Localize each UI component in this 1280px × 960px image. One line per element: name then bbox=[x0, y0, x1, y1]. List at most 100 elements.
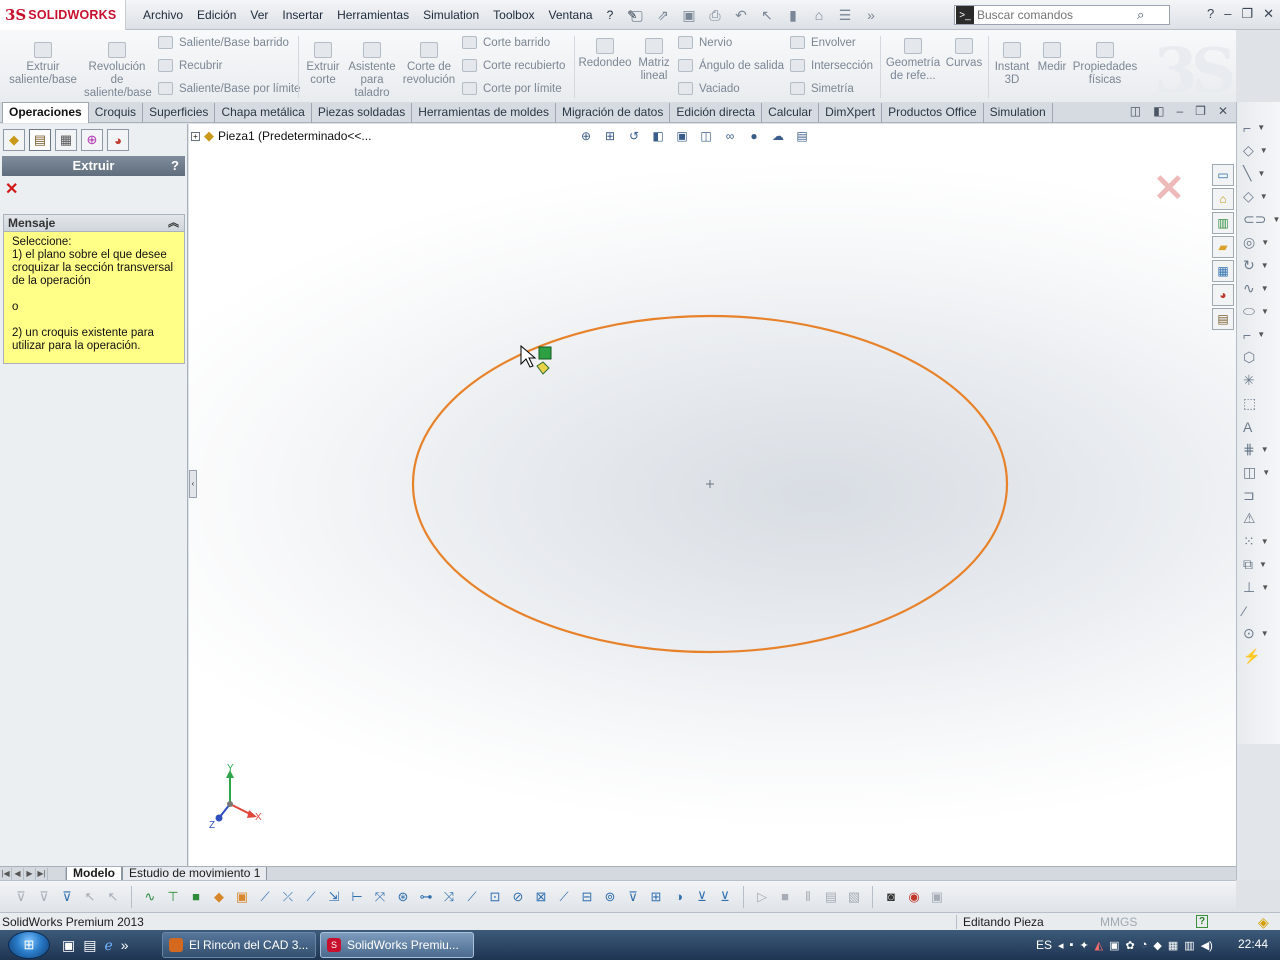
angulo-salida-button[interactable]: Ángulo de salida bbox=[678, 59, 784, 72]
tool-o-icon[interactable]: ⊟ bbox=[578, 888, 596, 906]
taskbar-clock[interactable]: 22:44 bbox=[1238, 937, 1268, 951]
prev-tab-icon[interactable]: ◀ bbox=[12, 867, 24, 880]
tool-e-icon[interactable]: ⊢ bbox=[348, 888, 366, 906]
point-icon[interactable]: ✳ bbox=[1237, 369, 1280, 392]
redondeo-button[interactable]: Redondeo bbox=[578, 36, 632, 70]
tray-expand-icon[interactable]: ◂ bbox=[1058, 939, 1064, 952]
dimxpert-manager-tab-icon[interactable]: ⊕ bbox=[81, 129, 103, 151]
tray-app-5-icon[interactable]: ◔ bbox=[1141, 939, 1148, 951]
view-palette-icon[interactable]: ▦ bbox=[1212, 260, 1234, 282]
quick-tips-icon[interactable]: ? bbox=[1196, 915, 1208, 928]
tool-g-icon[interactable]: ⊛ bbox=[394, 888, 412, 906]
doc-restore-icon[interactable]: ❐ bbox=[1195, 104, 1206, 118]
slot-icon[interactable]: ⊂⊃ ▼ bbox=[1237, 208, 1280, 231]
menu-herramientas[interactable]: Herramientas bbox=[330, 8, 416, 22]
task-firefox[interactable]: El Rincón del CAD 3... bbox=[162, 932, 316, 958]
corte-barrido-button[interactable]: Corte barrido bbox=[462, 36, 550, 49]
asistente-taladro-button[interactable]: Asistente para taladro bbox=[346, 40, 398, 100]
tab-dimxpert[interactable]: DimXpert bbox=[819, 103, 883, 123]
tray-app-6-icon[interactable]: ◆ bbox=[1153, 939, 1161, 952]
tray-app-3-icon[interactable]: ▣ bbox=[1109, 939, 1119, 952]
extruir-saliente-button[interactable]: Extruir saliente/base bbox=[8, 40, 78, 87]
explorer-icon[interactable]: ▤ bbox=[83, 937, 96, 954]
options-icon[interactable]: ☰ bbox=[834, 5, 856, 25]
minimize-icon[interactable]: – bbox=[1224, 6, 1231, 22]
corte-limite-button[interactable]: Corte por límite bbox=[462, 82, 562, 95]
solidworks-logo[interactable]: 3S SOLIDWORKS bbox=[0, 0, 126, 30]
yellow-box-icon[interactable]: ▣ bbox=[233, 888, 251, 906]
sketch-icon[interactable]: ⌐ ▼ bbox=[1237, 116, 1280, 139]
tool-t-icon[interactable]: ⊻ bbox=[693, 888, 711, 906]
fillet-sketch-icon[interactable]: ⌐ ▼ bbox=[1237, 323, 1280, 346]
menu-help[interactable]: ? bbox=[600, 8, 621, 22]
feature-tree-tab-icon[interactable]: ◆ bbox=[3, 129, 25, 151]
close-icon[interactable]: ✕ bbox=[1263, 6, 1274, 22]
corte-recubierto-button[interactable]: Corte recubierto bbox=[462, 59, 565, 72]
tab-calcular[interactable]: Calcular bbox=[762, 103, 820, 123]
tool-r-icon[interactable]: ⊞ bbox=[647, 888, 665, 906]
tool-m-icon[interactable]: ⊠ bbox=[532, 888, 550, 906]
solidworks-resources-icon[interactable]: ⌂ bbox=[1212, 188, 1234, 210]
doc-close-icon[interactable]: ✕ bbox=[1218, 104, 1228, 118]
restore-icon[interactable]: ❐ bbox=[1241, 6, 1253, 22]
centerline-icon[interactable]: ⬚ bbox=[1237, 392, 1280, 415]
recubrir-button[interactable]: Recubrir bbox=[158, 59, 222, 72]
next-tab-icon[interactable]: ▶ bbox=[24, 867, 36, 880]
sketch-pattern-icon[interactable]: ⁙ ▼ bbox=[1237, 530, 1280, 553]
tab-herramientas-moldes[interactable]: Herramientas de moldes bbox=[412, 103, 556, 123]
menu-ver[interactable]: Ver bbox=[243, 8, 275, 22]
pause-icon[interactable]: ▤ bbox=[822, 888, 840, 906]
extruir-corte-button[interactable]: Extruir corte bbox=[302, 40, 344, 87]
file-explorer-icon[interactable]: ▰ bbox=[1212, 236, 1234, 258]
message-header[interactable]: Mensaje ︽ bbox=[3, 214, 185, 232]
record-video-icon[interactable]: ◉ bbox=[905, 888, 923, 906]
repair-sketch-icon[interactable]: ⁄ bbox=[1237, 599, 1280, 622]
green-cube-icon[interactable]: ■ bbox=[187, 888, 205, 906]
tray-app-7-icon[interactable]: ▦ bbox=[1168, 939, 1178, 952]
interseccion-button[interactable]: Intersección bbox=[790, 59, 873, 72]
trim-icon[interactable]: ⋕ ▼ bbox=[1237, 438, 1280, 461]
print-icon[interactable]: ⎙ bbox=[704, 5, 726, 25]
tab-migracion-datos[interactable]: Migración de datos bbox=[556, 103, 671, 123]
macro-edit-icon[interactable]: ▧ bbox=[845, 888, 863, 906]
select-arrow-icon[interactable]: ↖ bbox=[81, 888, 99, 906]
language-indicator[interactable]: ES bbox=[1036, 938, 1052, 952]
menu-toolbox[interactable]: Toolbox bbox=[486, 8, 541, 22]
configuration-manager-tab-icon[interactable]: ▦ bbox=[55, 129, 77, 151]
filter-edges-icon[interactable]: ⊽ bbox=[58, 888, 76, 906]
sketch-entity-icon[interactable]: ∿ bbox=[141, 888, 159, 906]
relation-icon[interactable]: ⊤ bbox=[164, 888, 182, 906]
rapid-sketch-icon[interactable]: ⚡ bbox=[1237, 645, 1280, 668]
display-manager-tab-icon[interactable]: ◕ bbox=[107, 129, 129, 151]
envolver-button[interactable]: Envolver bbox=[790, 36, 856, 49]
search-icon[interactable]: ⌕ bbox=[1137, 7, 1144, 23]
menu-simulation[interactable]: Simulation bbox=[416, 8, 486, 22]
more-quick-launch-icon[interactable]: » bbox=[121, 937, 129, 954]
display-relations-icon[interactable]: ⊥ ▼ bbox=[1237, 576, 1280, 599]
menu-insertar[interactable]: Insertar bbox=[275, 8, 330, 22]
tab-productos-office[interactable]: Productos Office bbox=[882, 103, 984, 123]
search-input[interactable] bbox=[977, 8, 1137, 22]
record-icon[interactable]: ⦀ bbox=[799, 888, 817, 906]
tool-a-icon[interactable]: ⟋ bbox=[256, 888, 274, 906]
tool-k-icon[interactable]: ⊡ bbox=[486, 888, 504, 906]
cascade-icon[interactable]: ◧ bbox=[1153, 104, 1164, 118]
instant3d-button[interactable]: Instant 3D bbox=[992, 40, 1032, 87]
smart-dimension-icon[interactable]: ◇ ▼ bbox=[1237, 139, 1280, 162]
tool-i-icon[interactable]: ⤨ bbox=[440, 888, 458, 906]
circle-icon[interactable]: ◎ ▼ bbox=[1237, 231, 1280, 254]
tab-superficies[interactable]: Superficies bbox=[143, 103, 216, 123]
menu-archivo[interactable]: Archivo bbox=[136, 8, 190, 22]
tab-operaciones[interactable]: Operaciones bbox=[2, 102, 89, 123]
tool-u-icon[interactable]: ⊻ bbox=[716, 888, 734, 906]
quick-snaps-icon[interactable]: ⊙ ▼ bbox=[1237, 622, 1280, 645]
orange-box-icon[interactable]: ◆ bbox=[210, 888, 228, 906]
ellipse-icon[interactable]: ⬭ ▼ bbox=[1237, 300, 1280, 323]
tool-h-icon[interactable]: ⊶ bbox=[417, 888, 435, 906]
doc-minimize-icon[interactable]: – bbox=[1176, 104, 1183, 118]
saliente-limite-button[interactable]: Saliente/Base por límite bbox=[158, 82, 300, 95]
file-properties-icon[interactable]: ⌂ bbox=[808, 5, 830, 25]
revolucion-saliente-button[interactable]: Revolución de saliente/base bbox=[84, 40, 152, 100]
tool-f-icon[interactable]: ⤧ bbox=[371, 888, 389, 906]
cancel-icon[interactable]: ✕ bbox=[5, 182, 21, 198]
